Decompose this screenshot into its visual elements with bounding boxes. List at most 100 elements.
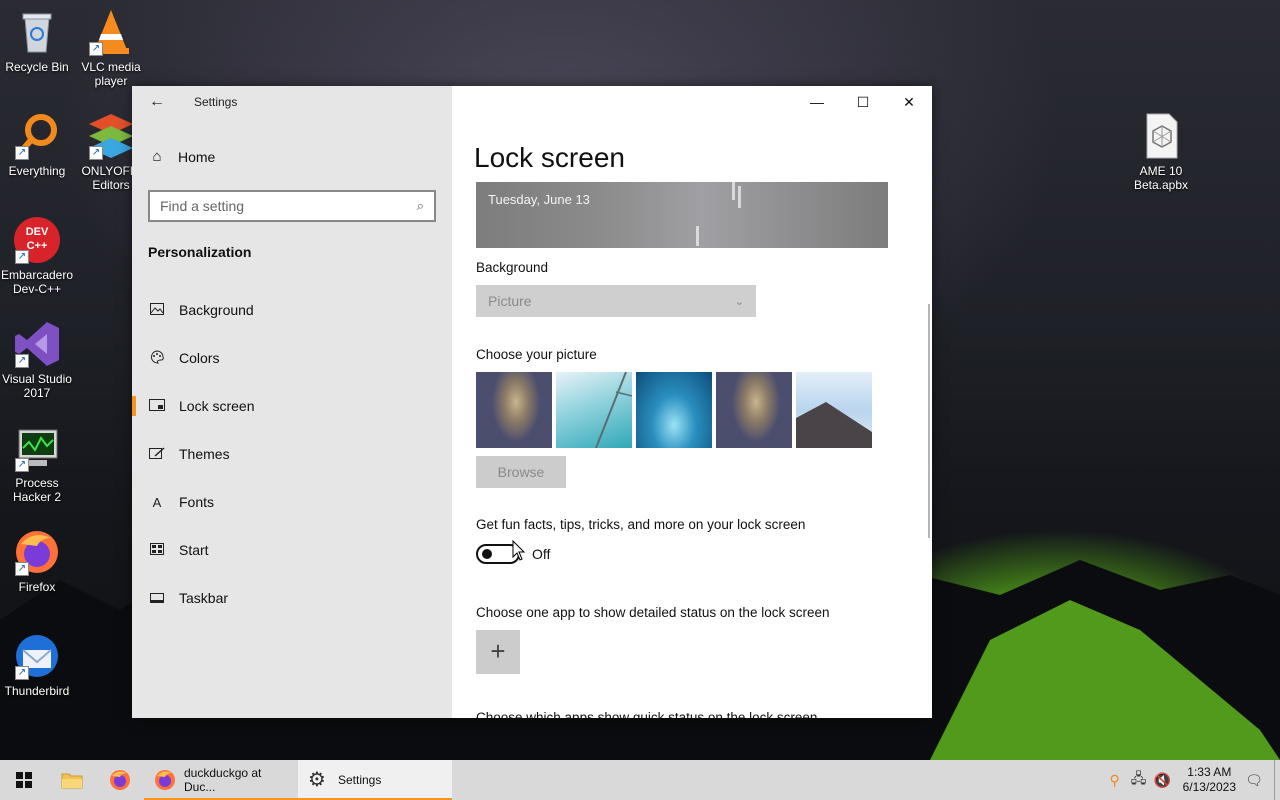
taskbar-icon bbox=[148, 591, 166, 606]
home-icon: ⌂ bbox=[152, 148, 162, 165]
firefox-icon: ↗ bbox=[13, 528, 61, 576]
nav-item-label: Start bbox=[179, 542, 209, 558]
desktop-icon-label: AME 10 Beta.apbx bbox=[1133, 164, 1189, 192]
desktop-icon-devcpp[interactable]: DEV C++ ↗ Embarcadero Dev-C++ bbox=[0, 216, 74, 296]
desktop-icon-visual-studio[interactable]: ↗ Visual Studio 2017 bbox=[0, 320, 74, 400]
desktop-icon-label: Everything bbox=[8, 164, 66, 178]
fun-facts-label: Get fun facts, tips, tricks, and more on… bbox=[476, 517, 806, 532]
detailed-status-label: Choose one app to show detailed status o… bbox=[476, 605, 830, 620]
apbx-file-icon bbox=[1137, 112, 1185, 160]
preview-light-streak bbox=[732, 182, 735, 200]
devcpp-icon: DEV C++ ↗ bbox=[13, 216, 61, 264]
network-icon[interactable]: 🖧 bbox=[1127, 768, 1151, 792]
desktop-icon-apbx-file[interactable]: AME 10 Beta.apbx bbox=[1124, 112, 1198, 192]
settings-main-pane: — ☐ ✕ Lock screen Tuesday, June 13 Backg… bbox=[452, 86, 932, 718]
shortcut-arrow-icon: ↗ bbox=[89, 42, 103, 56]
picture-thumbnail-3[interactable] bbox=[636, 372, 712, 448]
taskbar-task-settings[interactable]: ⚙ Settings bbox=[298, 760, 452, 800]
fonts-icon: A bbox=[152, 494, 162, 510]
task-label: duckduckgo at Duc... bbox=[184, 766, 262, 794]
system-tray: ⚲ 🖧 🔇 1:33 AM 6/13/2023 🗨 bbox=[1103, 760, 1274, 800]
devcpp-badge-text: DEV C++ bbox=[25, 226, 49, 252]
settings-sidebar: ← Settings ⌂ Home ⌕ Personalization Back… bbox=[132, 86, 452, 718]
firefox-icon bbox=[155, 770, 175, 790]
desktop-icon-firefox[interactable]: ↗ Firefox bbox=[0, 528, 74, 594]
taskbar-task-firefox-window[interactable]: duckduckgo at Duc... bbox=[144, 760, 298, 800]
firefox-icon bbox=[110, 770, 130, 790]
shortcut-arrow-icon: ↗ bbox=[15, 146, 29, 160]
nav-item-background[interactable]: Background bbox=[132, 286, 452, 334]
taskbar-file-explorer[interactable] bbox=[48, 760, 96, 800]
nav-item-label: Fonts bbox=[179, 494, 215, 510]
nav-item-fonts[interactable]: A Fonts bbox=[132, 478, 452, 526]
caption-buttons: — ☐ ✕ bbox=[794, 86, 932, 118]
settings-nav: Background Colors Lock screen Themes A F… bbox=[132, 286, 452, 622]
windows-logo-icon bbox=[16, 772, 32, 788]
back-button[interactable]: ← bbox=[146, 92, 168, 114]
nav-item-label: Colors bbox=[179, 350, 220, 366]
desktop-icon-process-hacker[interactable]: ↗ Process Hacker 2 bbox=[0, 424, 74, 504]
settings-window: ← Settings ⌂ Home ⌕ Personalization Back… bbox=[132, 86, 932, 718]
task-label: Settings bbox=[338, 773, 382, 787]
background-label: Background bbox=[476, 260, 549, 275]
onlyoffice-icon: ↗ bbox=[87, 112, 135, 160]
preview-light-streak bbox=[696, 226, 699, 246]
scrollbar[interactable] bbox=[928, 304, 930, 538]
desktop-icon-recycle-bin[interactable]: Recycle Bin bbox=[0, 8, 74, 74]
maximize-button[interactable]: ☐ bbox=[840, 86, 886, 118]
search-input[interactable] bbox=[160, 198, 417, 214]
picture-thumbnail-5[interactable] bbox=[796, 372, 872, 448]
desktop-icon-label: Firefox bbox=[18, 580, 56, 594]
preview-date: Tuesday, June 13 bbox=[488, 192, 590, 207]
clock-date: 6/13/2023 bbox=[1182, 780, 1236, 794]
desktop-icon-label: VLC media player bbox=[81, 60, 141, 88]
picture-thumbnail-4[interactable] bbox=[716, 372, 792, 448]
notifications-icon[interactable]: 🗨 bbox=[1242, 772, 1266, 789]
shortcut-arrow-icon: ↗ bbox=[15, 354, 29, 368]
taskbar-firefox[interactable] bbox=[96, 760, 144, 800]
minimize-icon: — bbox=[810, 94, 824, 110]
start-button[interactable] bbox=[0, 760, 48, 800]
mouse-cursor-icon bbox=[512, 540, 526, 561]
everything-icon: ↗ bbox=[13, 112, 61, 160]
background-dropdown-value: Picture bbox=[488, 293, 532, 309]
start-icon bbox=[148, 542, 166, 558]
desktop-icon-label: Thunderbird bbox=[4, 684, 70, 698]
desktop-icon-vlc[interactable]: ↗ VLC media player bbox=[74, 8, 148, 88]
nav-item-label: Taskbar bbox=[179, 590, 229, 606]
minimize-button[interactable]: — bbox=[794, 86, 840, 118]
desktop-icon-everything[interactable]: ↗ Everything bbox=[0, 112, 74, 178]
thunderbird-icon: ↗ bbox=[13, 632, 61, 680]
taskbar-clock[interactable]: 1:33 AM 6/13/2023 bbox=[1175, 765, 1242, 795]
nav-item-colors[interactable]: Colors bbox=[132, 334, 452, 382]
recycle-bin-icon bbox=[13, 8, 61, 56]
fun-facts-state: Off bbox=[532, 546, 551, 562]
lock-screen-preview: Tuesday, June 13 bbox=[476, 182, 888, 248]
picture-thumbnail-1[interactable] bbox=[476, 372, 552, 448]
desktop-icon-label: Process Hacker 2 bbox=[12, 476, 62, 504]
nav-item-start[interactable]: Start bbox=[132, 526, 452, 574]
visual-studio-icon: ↗ bbox=[13, 320, 61, 368]
home-link[interactable]: ⌂ Home bbox=[148, 148, 215, 165]
nav-item-lock-screen[interactable]: Lock screen bbox=[132, 382, 452, 430]
desktop-icon-thunderbird[interactable]: ↗ Thunderbird bbox=[0, 632, 74, 698]
show-desktop-button[interactable] bbox=[1274, 760, 1280, 800]
shortcut-arrow-icon: ↗ bbox=[15, 458, 29, 472]
background-dropdown[interactable]: Picture ⌄ bbox=[476, 285, 756, 317]
volume-muted-icon[interactable]: 🔇 bbox=[1151, 772, 1175, 789]
add-app-button[interactable]: + bbox=[476, 630, 520, 674]
shortcut-arrow-icon: ↗ bbox=[15, 562, 29, 576]
everything-tray-icon[interactable]: ⚲ bbox=[1103, 772, 1127, 789]
close-button[interactable]: ✕ bbox=[886, 86, 932, 118]
preview-light-streak bbox=[738, 186, 741, 208]
browse-button[interactable]: Browse bbox=[476, 456, 566, 488]
vlc-icon: ↗ bbox=[87, 8, 135, 56]
gear-icon: ⚙ bbox=[308, 769, 326, 791]
toggle-knob bbox=[482, 549, 492, 559]
picture-thumbnail-2[interactable] bbox=[556, 372, 632, 448]
nav-item-label: Lock screen bbox=[179, 398, 255, 414]
search-box[interactable]: ⌕ bbox=[148, 190, 436, 222]
picture-icon bbox=[148, 302, 166, 318]
nav-item-taskbar[interactable]: Taskbar bbox=[132, 574, 452, 622]
nav-item-themes[interactable]: Themes bbox=[132, 430, 452, 478]
